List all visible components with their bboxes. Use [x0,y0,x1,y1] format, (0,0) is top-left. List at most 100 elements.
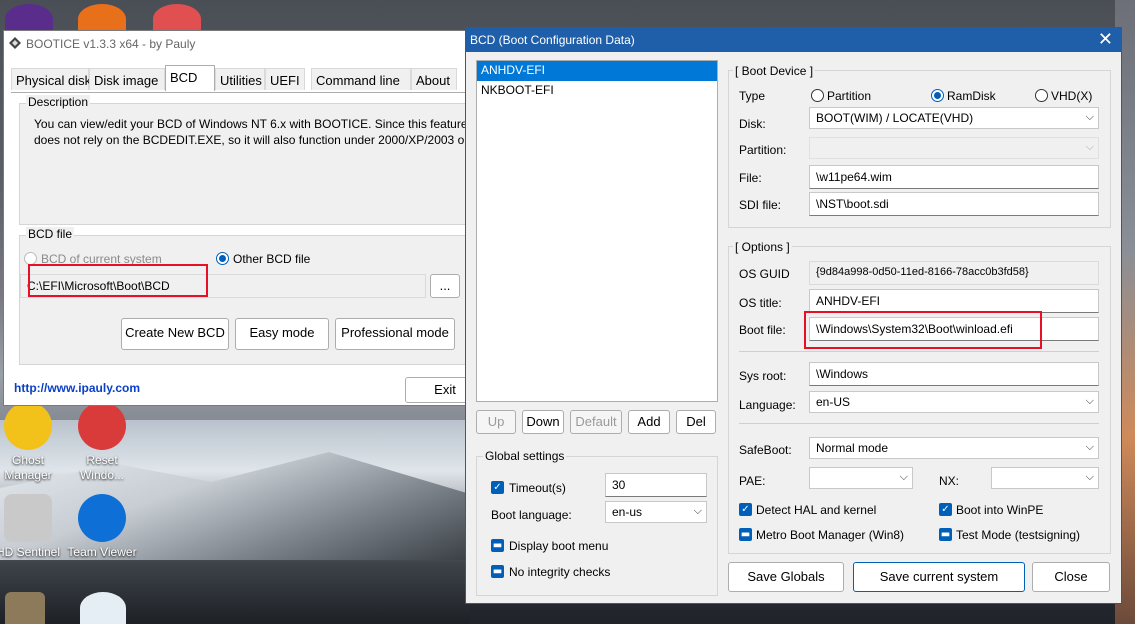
teamviewer-icon [78,494,126,542]
radio-other-bcd-file[interactable] [216,252,229,265]
highlight-box [28,264,208,297]
default-button[interactable]: Default [570,410,622,434]
tab-command-line[interactable]: Command line [311,68,411,90]
chevron-down-icon: ⌵ [1085,111,1094,123]
boot-winpe-checkbox[interactable]: ✓ [939,503,952,516]
radio-other-bcd-file-label: Other BCD file [233,252,311,266]
display-boot-menu-label: Display boot menu [509,539,609,553]
key-icon [78,402,126,450]
nx-select[interactable]: ⌵ [991,467,1099,489]
safeboot-select[interactable]: Normal mode ⌵ [809,437,1099,459]
desktop-app-icon[interactable] [80,592,126,624]
tab-about[interactable]: About [411,68,457,90]
list-item[interactable]: NKBOOT-EFI [477,81,717,101]
language-select[interactable]: en-US ⌵ [809,391,1099,413]
create-new-bcd-button[interactable]: Create New BCD [121,318,229,350]
safeboot-value: Normal mode [816,441,889,455]
pae-label: PAE: [739,474,766,488]
options-group: [ Options ] OS GUID {9d84a998-0d50-11ed-… [728,240,1111,554]
global-settings-group: Global settings ✓ Timeout(s) 30 Boot lan… [476,449,718,596]
chevron-down-icon: ⌵ [1085,441,1094,453]
display-boot-menu-checkbox[interactable]: ▬ [491,539,504,552]
os-guid-field[interactable]: {9d84a998-0d50-11ed-8166-78acc0b3fd58} [809,261,1099,285]
divider [739,423,1099,424]
boot-device-group: [ Boot Device ] Type Partition RamDisk V… [728,64,1111,228]
save-current-system-button[interactable]: Save current system [853,562,1025,592]
boot-entry-list[interactable]: ANHDV-EFI NKBOOT-EFI [476,60,718,402]
ghost-icon [4,402,52,450]
language-value: en-US [816,395,851,409]
down-button[interactable]: Down [522,410,564,434]
add-button[interactable]: Add [628,410,670,434]
up-button[interactable]: Up [476,410,516,434]
desktop-icon-team-viewer[interactable]: Team Viewer [67,494,137,560]
sdi-file-field[interactable]: \NST\boot.sdi [809,192,1099,216]
timeout-field[interactable]: 30 [605,473,707,497]
del-button[interactable]: Del [676,410,716,434]
bootice-window: BOOTICE v1.3.3 x64 - by Pauly Physical d… [3,30,485,406]
bootice-titlebar[interactable]: BOOTICE v1.3.3 x64 - by Pauly [4,31,472,55]
save-globals-button[interactable]: Save Globals [728,562,844,592]
sys-root-field[interactable]: \Windows [809,362,1099,386]
disk-label: Disk: [739,117,766,131]
bcd-file-group: BCD file BCD of current system Other BCD… [19,227,479,365]
bcd-tab-panel: Description You can view/edit your BCD o… [11,92,479,372]
os-title-field[interactable]: ANHDV-EFI [809,289,1099,313]
detect-hal-label: Detect HAL and kernel [756,503,877,517]
boot-device-legend: [ Boot Device ] [733,64,816,78]
radio-vhd[interactable] [1035,89,1048,102]
close-icon[interactable]: ✕ [1098,29,1113,50]
file-field[interactable]: \w11pe64.wim [809,165,1099,189]
radio-partition[interactable] [811,89,824,102]
description-text: You can view/edit your BCD of Windows NT… [34,117,469,147]
file-label: File: [739,171,762,185]
bcd-file-legend: BCD file [26,227,75,241]
chevron-down-icon: ⌵ [1085,395,1094,407]
partition-select[interactable]: ⌵ [809,137,1099,159]
tab-utilities[interactable]: Utilities [215,68,265,90]
bcd-titlebar[interactable]: BCD (Boot Configuration Data) ✕ [466,28,1121,52]
radio-vhd-label: VHD(X) [1051,89,1093,103]
radio-ramdisk-label: RamDisk [947,89,996,103]
pae-select[interactable]: ⌵ [809,467,913,489]
divider [739,351,1099,352]
boot-winpe-label: Boot into WinPE [956,503,1044,517]
tab-uefi[interactable]: UEFI [265,68,305,90]
os-title-label: OS title: [739,296,782,310]
professional-mode-button[interactable]: Professional mode [335,318,455,350]
desktop-icon-ghost-manager[interactable]: Ghost Manager [0,402,63,483]
desktop-icon-label: Reset Windo... [79,453,124,482]
chevron-down-icon: ⌵ [1085,471,1094,483]
language-label: Language: [739,398,796,412]
desktop-icon-reset-windows[interactable]: Reset Windo... [67,402,137,483]
tab-bcd[interactable]: BCD [165,65,215,91]
no-integrity-checks-checkbox[interactable]: ▬ [491,565,504,578]
highlight-box [804,311,1042,349]
easy-mode-button[interactable]: Easy mode [235,318,329,350]
disk-select[interactable]: BOOT(WIM) / LOCATE(VHD) ⌵ [809,107,1099,129]
detect-hal-checkbox[interactable]: ✓ [739,503,752,516]
test-mode-checkbox[interactable]: ▬ [939,528,952,541]
os-guid-label: OS GUID [739,267,790,281]
safeboot-label: SafeBoot: [739,443,792,457]
desktop-app-icon[interactable] [5,592,45,624]
sdi-file-label: SDI file: [739,198,782,212]
timeout-checkbox[interactable]: ✓ [491,481,504,494]
bootice-title: BOOTICE v1.3.3 x64 - by Pauly [26,37,196,51]
boot-file-label: Boot file: [739,323,786,337]
global-settings-legend: Global settings [483,449,567,463]
radio-ramdisk[interactable] [931,89,944,102]
no-integrity-checks-label: No integrity checks [509,565,611,579]
tab-physical-disk[interactable]: Physical disk [11,68,91,90]
desktop-icon-hd-sentinel[interactable]: HD Sentinel [0,494,63,560]
tab-disk-image[interactable]: Disk image [89,68,165,90]
ipauly-link[interactable]: http://www.ipauly.com [14,381,140,395]
close-button[interactable]: Close [1032,562,1110,592]
hard-disk-icon [4,494,52,542]
metro-boot-checkbox[interactable]: ▬ [739,528,752,541]
bcd-title: BCD (Boot Configuration Data) [470,33,635,47]
browse-button[interactable]: ... [430,274,460,298]
type-label: Type [739,89,766,103]
list-item[interactable]: ANHDV-EFI [477,61,717,81]
boot-language-select[interactable]: en-us ⌵ [605,501,707,523]
